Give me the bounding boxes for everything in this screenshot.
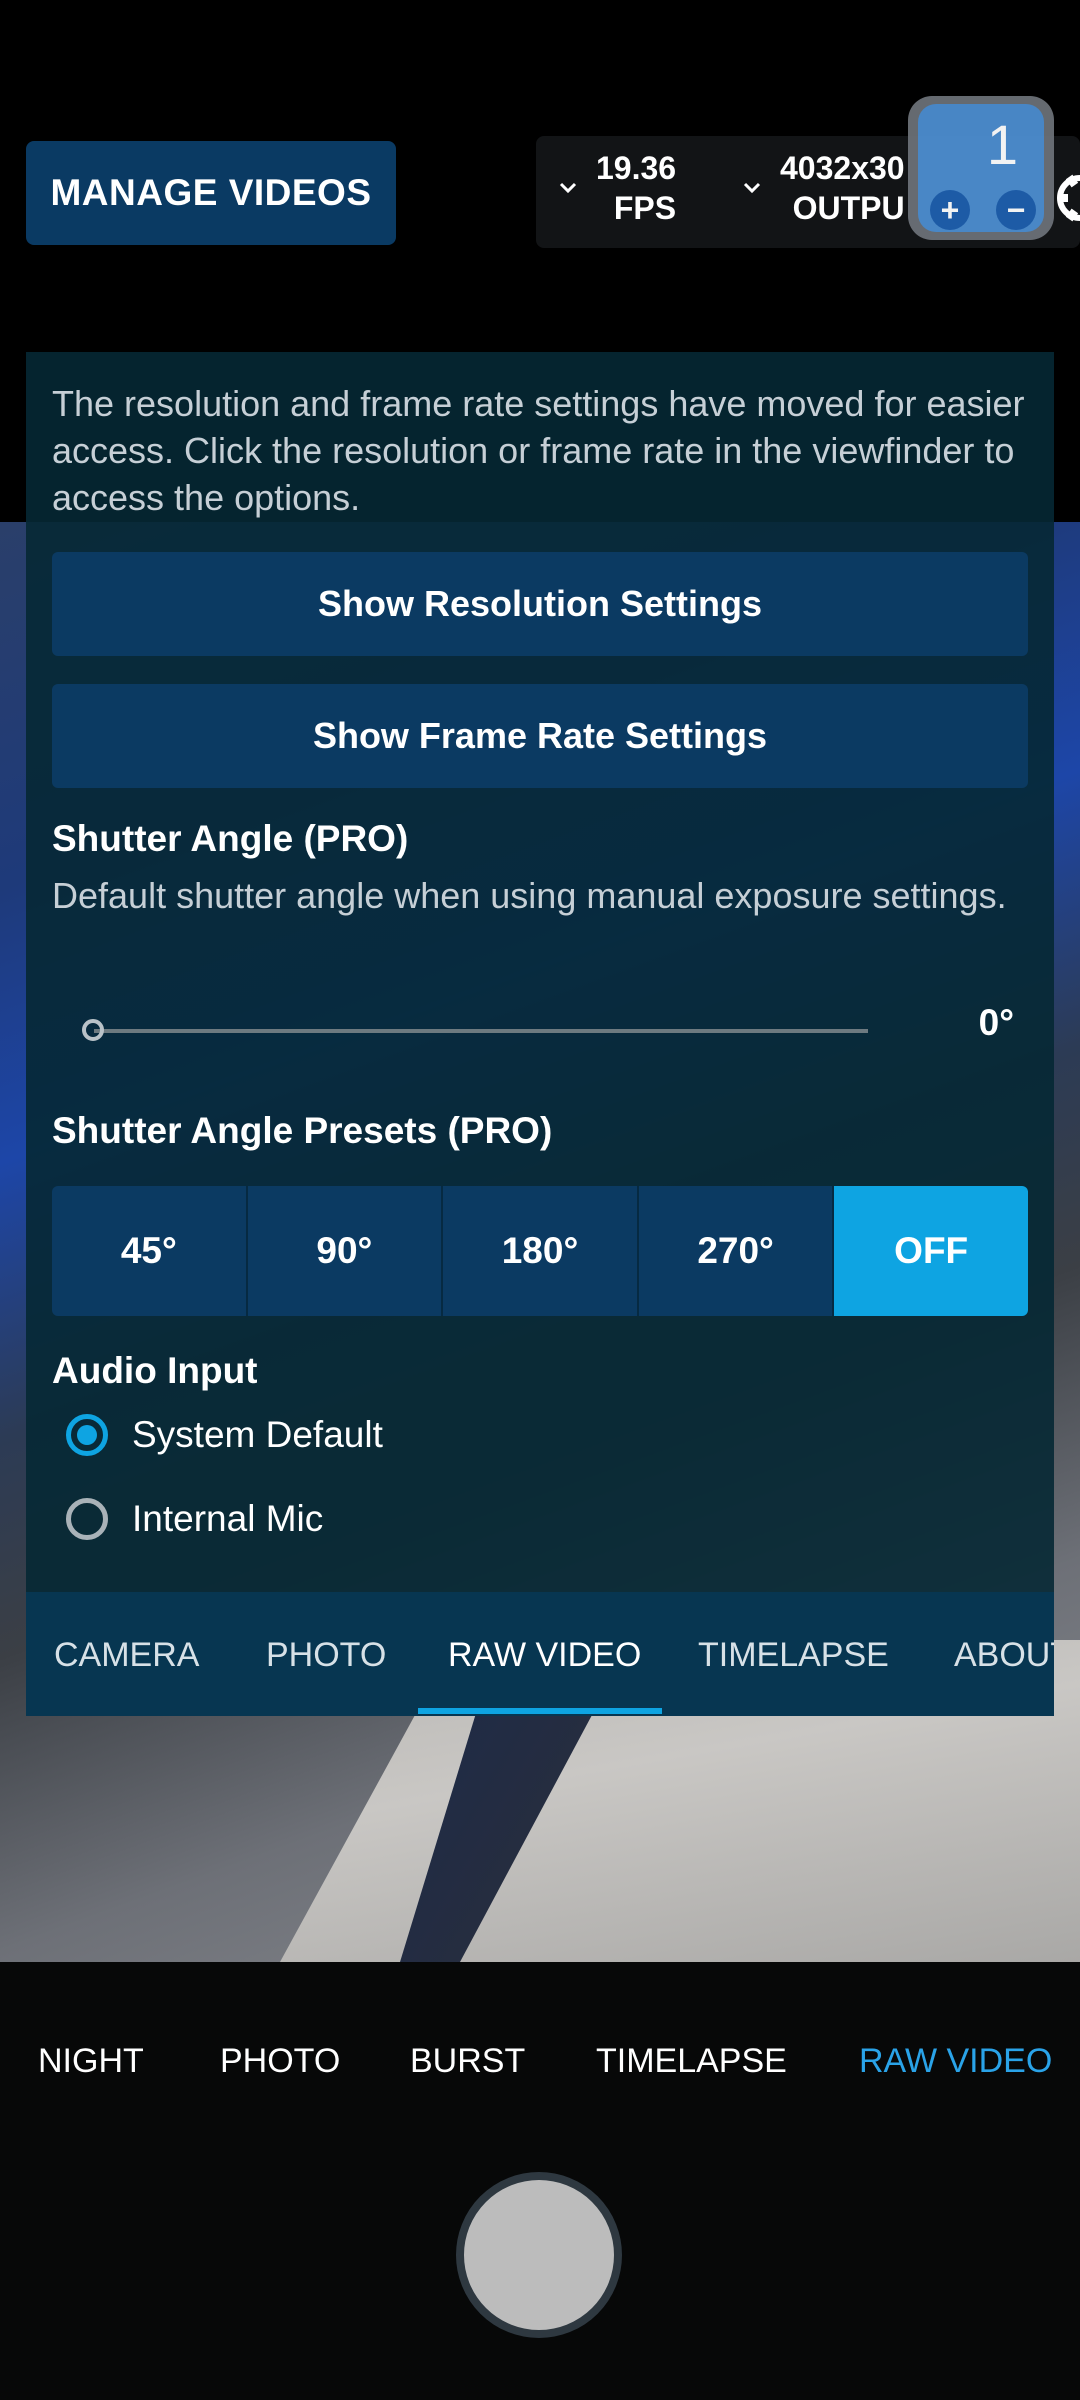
- active-tab-indicator: [418, 1708, 662, 1714]
- shutter-angle-title: Shutter Angle (PRO): [52, 818, 409, 859]
- shutter-angle-slider-handle[interactable]: [82, 1019, 104, 1041]
- mode-photo[interactable]: PHOTO: [220, 2042, 340, 2081]
- audio-option-system-default[interactable]: System Default: [66, 1414, 383, 1456]
- tab-timelapse[interactable]: TIMELAPSE: [698, 1636, 889, 1675]
- settings-moved-notice: The resolution and frame rate settings h…: [52, 383, 1025, 518]
- preset-90-button[interactable]: 90°: [247, 1186, 444, 1316]
- tab-raw-video[interactable]: RAW VIDEO: [448, 1636, 641, 1675]
- shutter-angle-presets-title: Shutter Angle Presets (PRO): [52, 1110, 553, 1151]
- mode-timelapse[interactable]: TIMELAPSE: [596, 2042, 787, 2081]
- show-resolution-settings-button[interactable]: Show Resolution Settings: [52, 552, 1028, 656]
- shutter-angle-slider-track[interactable]: [94, 1029, 868, 1033]
- floating-counter[interactable]: 1 + −: [908, 96, 1054, 240]
- show-frame-rate-settings-button[interactable]: Show Frame Rate Settings: [52, 684, 1028, 788]
- audio-option-label: Internal Mic: [132, 1498, 324, 1539]
- fps-unit: FPS: [613, 190, 677, 226]
- mode-burst[interactable]: BURST: [410, 2042, 525, 2081]
- settings-tab-bar: CAMERA PHOTO RAW VIDEO TIMELAPSE ABOUT: [26, 1592, 1054, 1716]
- audio-input-title: Audio Input: [52, 1350, 258, 1391]
- audio-option-label: System Default: [132, 1414, 383, 1455]
- plus-icon[interactable]: +: [930, 190, 970, 230]
- preset-45-button[interactable]: 45°: [52, 1186, 248, 1316]
- counter-value: 1: [986, 113, 1018, 176]
- tab-about[interactable]: ABOUT: [954, 1636, 1054, 1675]
- shutter-angle-presets: 45° 90° 180° 270° OFF: [52, 1186, 1028, 1316]
- shutter-angle-value: 0°: [978, 1002, 1014, 1043]
- preset-180-button[interactable]: 180°: [443, 1186, 639, 1316]
- tab-camera[interactable]: CAMERA: [54, 1636, 199, 1675]
- settings-gear-icon[interactable]: [1054, 168, 1080, 228]
- radio-checked-icon[interactable]: [66, 1414, 108, 1456]
- frame-rate-selector[interactable]: 19.36 FPS: [556, 148, 676, 228]
- shutter-angle-description: Default shutter angle when using manual …: [52, 875, 1007, 916]
- preset-270-button[interactable]: 270°: [638, 1186, 835, 1316]
- mode-raw-video[interactable]: RAW VIDEO: [859, 2042, 1052, 2081]
- chevron-down-icon: [743, 182, 761, 194]
- minus-icon[interactable]: −: [996, 190, 1036, 230]
- mode-night[interactable]: NIGHT: [38, 2042, 144, 2081]
- record-button[interactable]: [456, 2172, 622, 2338]
- fps-value: 19.36: [596, 150, 677, 186]
- audio-option-internal-mic[interactable]: Internal Mic: [66, 1498, 323, 1540]
- tab-photo[interactable]: PHOTO: [266, 1636, 386, 1675]
- resolution-unit: OUTPU: [792, 190, 905, 226]
- manage-videos-button[interactable]: MANAGE VIDEOS: [26, 141, 396, 245]
- counter-display: 1 + −: [918, 104, 1044, 232]
- resolution-value: 4032x30: [780, 150, 905, 186]
- preset-off-button[interactable]: OFF: [834, 1186, 1028, 1316]
- chevron-down-icon: [559, 182, 577, 194]
- radio-unchecked-icon[interactable]: [66, 1498, 108, 1540]
